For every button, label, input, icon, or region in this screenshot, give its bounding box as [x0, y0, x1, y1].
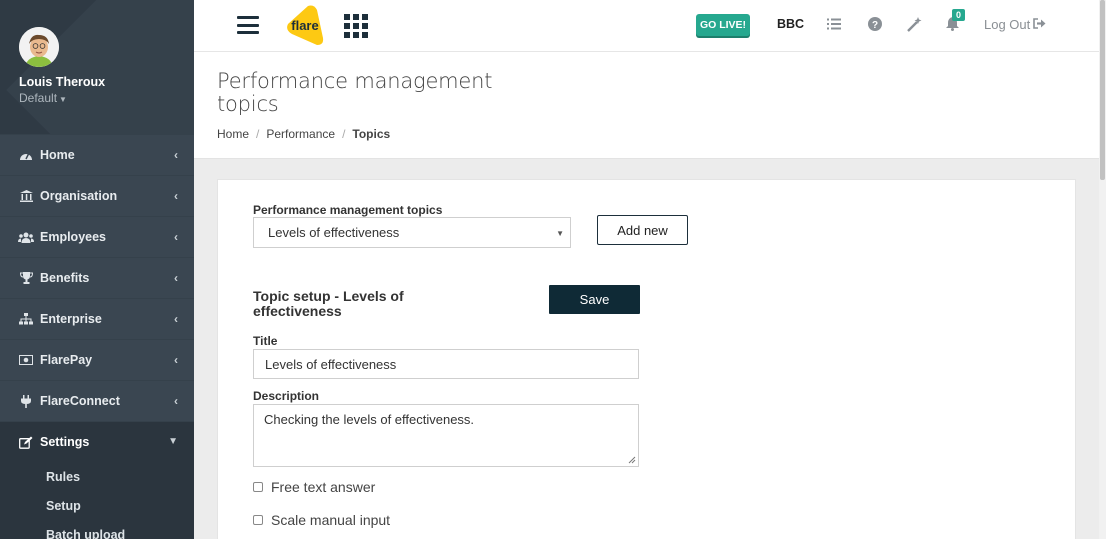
- svg-text:?: ?: [872, 20, 878, 31]
- free-text-label: Free text answer: [271, 479, 376, 495]
- logout-label: Log Out: [984, 17, 1031, 32]
- plug-icon: [18, 394, 34, 408]
- avatar[interactable]: [19, 27, 59, 67]
- caret-down-icon: ▼: [556, 229, 564, 238]
- sidebar-item-label: Settings: [40, 435, 90, 449]
- sidebar-item-label: Organisation: [40, 189, 118, 203]
- sidebar: Louis Theroux Default ▼ Home ‹ Organisati…: [0, 0, 194, 539]
- user-role: Default: [19, 91, 58, 105]
- breadcrumb-home[interactable]: Home: [217, 127, 249, 141]
- institution-icon: [18, 189, 34, 203]
- chevron-left-icon: ‹: [174, 271, 178, 285]
- sidebar-item-home[interactable]: Home ‹: [0, 134, 194, 175]
- free-text-checkbox[interactable]: [253, 482, 263, 492]
- description-field-value: Checking the levels of effectiveness.: [264, 412, 475, 427]
- caret-down-icon: ▼: [59, 95, 67, 104]
- apps-grid-icon[interactable]: [344, 14, 368, 38]
- description-label: Description: [253, 389, 320, 403]
- sidebar-item-organisation[interactable]: Organisation ‹: [0, 175, 194, 216]
- chevron-left-icon: ‹: [174, 353, 178, 367]
- chevron-left-icon: ‹: [174, 230, 178, 244]
- topics-select-value: Levels of effectiveness: [268, 225, 400, 240]
- go-live-button[interactable]: GO LIVE!: [696, 14, 750, 36]
- page-header: Performance management topics Home / Perfo…: [194, 52, 1099, 159]
- settings-submenu: Rules Setup Batch upload: [0, 462, 194, 539]
- free-text-option[interactable]: Free text answer: [253, 479, 375, 495]
- title-field[interactable]: Levels of effectiveness: [253, 349, 639, 379]
- chevron-down-icon: ▼: [168, 436, 178, 447]
- sidebar-item-flareconnect[interactable]: FlareConnect ‹: [0, 380, 194, 421]
- add-new-button[interactable]: Add new: [597, 215, 688, 245]
- save-button[interactable]: Save: [549, 285, 640, 314]
- topics-select-label: Performance management topics: [253, 203, 443, 217]
- breadcrumb-performance[interactable]: Performance: [266, 127, 335, 141]
- scrollbar-thumb[interactable]: [1100, 0, 1105, 180]
- sitemap-icon: [18, 312, 34, 326]
- chevron-left-icon: ‹: [174, 312, 178, 326]
- magic-wand-icon[interactable]: [906, 16, 922, 32]
- sidebar-item-label: Enterprise: [40, 312, 102, 326]
- user-name: Louis Theroux: [19, 75, 106, 89]
- sidebar-item-label: Employees: [40, 230, 107, 244]
- topic-setup-card: Performance management topics Levels of …: [217, 179, 1076, 539]
- sidebar-item-flarepay[interactable]: FlarePay ‹: [0, 339, 194, 380]
- chevron-left-icon: ‹: [174, 148, 178, 162]
- section-title: Topic setup - Levels of effectiveness: [253, 288, 404, 319]
- breadcrumb-current: Topics: [352, 127, 391, 141]
- resize-grip-icon[interactable]: [628, 456, 636, 464]
- topics-select[interactable]: Levels of effectiveness ▼: [253, 217, 571, 248]
- user-role-dropdown[interactable]: Default ▼: [19, 91, 67, 105]
- scale-manual-label: Scale manual input: [271, 512, 391, 528]
- breadcrumb: Home / Performance / Topics: [217, 127, 391, 141]
- company-name[interactable]: BBC: [777, 17, 804, 31]
- page-title: Performance management topics: [217, 69, 493, 116]
- scale-manual-checkbox[interactable]: [253, 515, 263, 525]
- chevron-left-icon: ‹: [174, 394, 178, 408]
- sidebar-item-settings[interactable]: Settings ▼: [0, 421, 194, 462]
- edit-icon: [18, 435, 34, 449]
- help-icon[interactable]: ?: [867, 16, 883, 32]
- sidebar-item-enterprise[interactable]: Enterprise ‹: [0, 298, 194, 339]
- sidebar-item-benefits[interactable]: Benefits ‹: [0, 257, 194, 298]
- sidebar-item-label: Benefits: [40, 271, 90, 285]
- submenu-item-setup[interactable]: Setup: [0, 491, 194, 520]
- logout-link[interactable]: Log Out: [984, 17, 1046, 32]
- title-label: Title: [253, 334, 278, 348]
- trophy-icon: [18, 271, 34, 285]
- sidebar-item-employees[interactable]: Employees ‹: [0, 216, 194, 257]
- sign-out-icon: [1033, 17, 1046, 32]
- sidebar-item-label: FlareConnect: [40, 394, 120, 408]
- notification-count-badge: 0: [952, 9, 966, 21]
- user-profile: Louis Theroux Default ▼: [0, 0, 194, 134]
- menu-icon[interactable]: [237, 16, 259, 34]
- submenu-item-batch-upload[interactable]: Batch upload: [0, 520, 194, 539]
- dashboard-icon: [18, 148, 34, 162]
- sidebar-item-label: Home: [40, 148, 75, 162]
- users-icon: [18, 230, 34, 244]
- sidebar-nav: Home ‹ Organisation ‹ Employees ‹ Benefi…: [0, 134, 194, 462]
- submenu-item-rules[interactable]: Rules: [0, 462, 194, 491]
- list-icon[interactable]: [826, 16, 842, 32]
- flare-logo[interactable]: flare: [284, 4, 326, 46]
- svg-text:flare: flare: [291, 18, 318, 33]
- scale-manual-option[interactable]: Scale manual input: [253, 512, 390, 528]
- chevron-left-icon: ‹: [174, 189, 178, 203]
- topbar: flare GO LIVE! BBC ? 0 Log Out: [194, 0, 1099, 52]
- money-icon: [18, 353, 34, 367]
- description-field[interactable]: Checking the levels of effectiveness.: [253, 404, 639, 467]
- title-field-value: Levels of effectiveness: [265, 356, 397, 372]
- sidebar-item-label: FlarePay: [40, 353, 93, 367]
- page-scrollbar[interactable]: [1099, 0, 1106, 539]
